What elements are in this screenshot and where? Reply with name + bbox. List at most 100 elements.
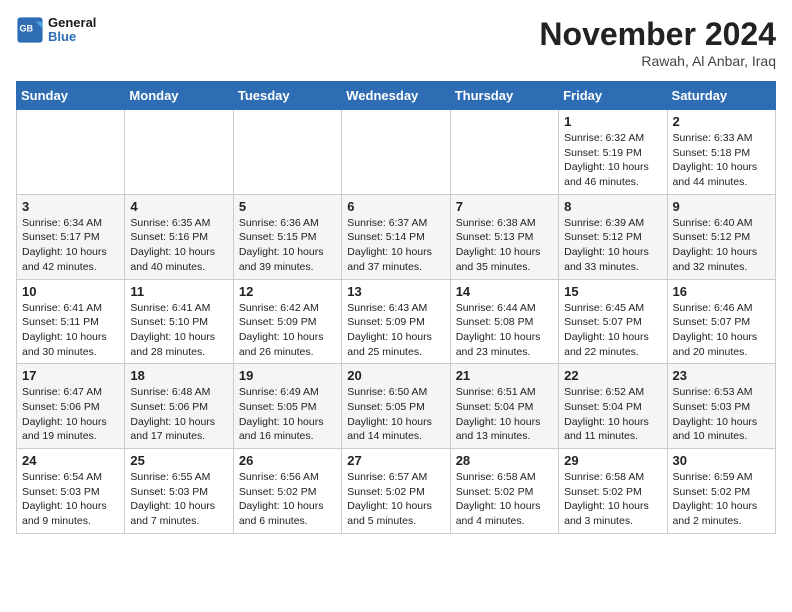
day-info: Sunrise: 6:43 AMSunset: 5:09 PMDaylight:…	[347, 301, 444, 360]
calendar-cell: 12 Sunrise: 6:42 AMSunset: 5:09 PMDayligh…	[233, 279, 341, 364]
day-number: 19	[239, 368, 336, 383]
day-info: Sunrise: 6:33 AMSunset: 5:18 PMDaylight:…	[673, 131, 770, 190]
calendar-cell	[125, 110, 233, 195]
day-info: Sunrise: 6:38 AMSunset: 5:13 PMDaylight:…	[456, 216, 553, 275]
calendar-cell	[17, 110, 125, 195]
calendar-cell: 22 Sunrise: 6:52 AMSunset: 5:04 PMDayligh…	[559, 364, 667, 449]
day-info: Sunrise: 6:37 AMSunset: 5:14 PMDaylight:…	[347, 216, 444, 275]
calendar-cell: 30Sunrise: 6:59 AMSunset: 5:02 PMDayligh…	[667, 449, 775, 534]
day-number: 11	[130, 284, 227, 299]
calendar-cell: 9Sunrise: 6:40 AMSunset: 5:12 PMDaylight…	[667, 194, 775, 279]
calendar-cell	[233, 110, 341, 195]
calendar-cell: 2 Sunrise: 6:33 AMSunset: 5:18 PMDaylight…	[667, 110, 775, 195]
calendar-week-2: 3 Sunrise: 6:34 AMSunset: 5:17 PMDaylight…	[17, 194, 776, 279]
calendar-cell: 28 Sunrise: 6:58 AMSunset: 5:02 PMDayligh…	[450, 449, 558, 534]
title-area: November 2024 Rawah, Al Anbar, Iraq	[539, 16, 776, 69]
calendar-cell: 10 Sunrise: 6:41 AMSunset: 5:11 PMDayligh…	[17, 279, 125, 364]
day-number: 22	[564, 368, 661, 383]
logo-icon: GB	[16, 16, 44, 44]
day-number: 13	[347, 284, 444, 299]
calendar-cell	[342, 110, 450, 195]
day-info: Sunrise: 6:56 AMSunset: 5:02 PMDaylight:…	[239, 470, 336, 529]
calendar-cell: 17Sunrise: 6:47 AMSunset: 5:06 PMDayligh…	[17, 364, 125, 449]
calendar-header-row: SundayMondayTuesdayWednesdayThursdayFrid…	[17, 82, 776, 110]
calendar-cell: 13 Sunrise: 6:43 AMSunset: 5:09 PMDayligh…	[342, 279, 450, 364]
column-header-thursday: Thursday	[450, 82, 558, 110]
day-info: Sunrise: 6:54 AMSunset: 5:03 PMDaylight:…	[22, 470, 119, 529]
day-info: Sunrise: 6:58 AMSunset: 5:02 PMDaylight:…	[456, 470, 553, 529]
calendar-cell: 6 Sunrise: 6:37 AMSunset: 5:14 PMDaylight…	[342, 194, 450, 279]
calendar-cell: 14 Sunrise: 6:44 AMSunset: 5:08 PMDayligh…	[450, 279, 558, 364]
column-header-monday: Monday	[125, 82, 233, 110]
day-number: 7	[456, 199, 553, 214]
day-info: Sunrise: 6:47 AMSunset: 5:06 PMDaylight:…	[22, 385, 119, 444]
calendar-cell: 20 Sunrise: 6:50 AMSunset: 5:05 PMDayligh…	[342, 364, 450, 449]
day-number: 26	[239, 453, 336, 468]
day-info: Sunrise: 6:50 AMSunset: 5:05 PMDaylight:…	[347, 385, 444, 444]
calendar-cell: 27 Sunrise: 6:57 AMSunset: 5:02 PMDayligh…	[342, 449, 450, 534]
header: GB General Blue November 2024 Rawah, Al …	[16, 16, 776, 69]
day-number: 24	[22, 453, 119, 468]
calendar-cell: 19Sunrise: 6:49 AMSunset: 5:05 PMDayligh…	[233, 364, 341, 449]
day-number: 16	[673, 284, 770, 299]
day-number: 23	[673, 368, 770, 383]
column-header-friday: Friday	[559, 82, 667, 110]
calendar-cell: 3 Sunrise: 6:34 AMSunset: 5:17 PMDaylight…	[17, 194, 125, 279]
calendar-cell: 8 Sunrise: 6:39 AMSunset: 5:12 PMDaylight…	[559, 194, 667, 279]
day-info: Sunrise: 6:44 AMSunset: 5:08 PMDaylight:…	[456, 301, 553, 360]
day-number: 12	[239, 284, 336, 299]
day-info: Sunrise: 6:51 AMSunset: 5:04 PMDaylight:…	[456, 385, 553, 444]
day-number: 4	[130, 199, 227, 214]
day-number: 27	[347, 453, 444, 468]
calendar-cell: 5Sunrise: 6:36 AMSunset: 5:15 PMDaylight…	[233, 194, 341, 279]
calendar-cell: 7 Sunrise: 6:38 AMSunset: 5:13 PMDaylight…	[450, 194, 558, 279]
calendar-cell: 29Sunrise: 6:58 AMSunset: 5:02 PMDayligh…	[559, 449, 667, 534]
calendar-cell: 15Sunrise: 6:45 AMSunset: 5:07 PMDayligh…	[559, 279, 667, 364]
day-info: Sunrise: 6:52 AMSunset: 5:04 PMDaylight:…	[564, 385, 661, 444]
column-header-sunday: Sunday	[17, 82, 125, 110]
calendar-week-1: 1Sunrise: 6:32 AMSunset: 5:19 PMDaylight…	[17, 110, 776, 195]
column-header-saturday: Saturday	[667, 82, 775, 110]
logo-blue: Blue	[48, 30, 96, 44]
day-info: Sunrise: 6:34 AMSunset: 5:17 PMDaylight:…	[22, 216, 119, 275]
day-info: Sunrise: 6:59 AMSunset: 5:02 PMDaylight:…	[673, 470, 770, 529]
calendar-cell: 16 Sunrise: 6:46 AMSunset: 5:07 PMDayligh…	[667, 279, 775, 364]
calendar-week-5: 24 Sunrise: 6:54 AMSunset: 5:03 PMDayligh…	[17, 449, 776, 534]
day-info: Sunrise: 6:46 AMSunset: 5:07 PMDaylight:…	[673, 301, 770, 360]
location: Rawah, Al Anbar, Iraq	[539, 53, 776, 69]
day-number: 10	[22, 284, 119, 299]
day-info: Sunrise: 6:41 AMSunset: 5:10 PMDaylight:…	[130, 301, 227, 360]
calendar-cell: 25 Sunrise: 6:55 AMSunset: 5:03 PMDayligh…	[125, 449, 233, 534]
calendar-cell: 21 Sunrise: 6:51 AMSunset: 5:04 PMDayligh…	[450, 364, 558, 449]
day-number: 29	[564, 453, 661, 468]
day-info: Sunrise: 6:41 AMSunset: 5:11 PMDaylight:…	[22, 301, 119, 360]
day-info: Sunrise: 6:48 AMSunset: 5:06 PMDaylight:…	[130, 385, 227, 444]
day-number: 9	[673, 199, 770, 214]
day-number: 2	[673, 114, 770, 129]
month-title: November 2024	[539, 16, 776, 53]
day-number: 21	[456, 368, 553, 383]
day-number: 6	[347, 199, 444, 214]
column-header-wednesday: Wednesday	[342, 82, 450, 110]
day-number: 3	[22, 199, 119, 214]
day-info: Sunrise: 6:45 AMSunset: 5:07 PMDaylight:…	[564, 301, 661, 360]
column-header-tuesday: Tuesday	[233, 82, 341, 110]
day-number: 5	[239, 199, 336, 214]
day-number: 8	[564, 199, 661, 214]
day-number: 20	[347, 368, 444, 383]
day-info: Sunrise: 6:35 AMSunset: 5:16 PMDaylight:…	[130, 216, 227, 275]
day-number: 14	[456, 284, 553, 299]
day-info: Sunrise: 6:57 AMSunset: 5:02 PMDaylight:…	[347, 470, 444, 529]
day-number: 28	[456, 453, 553, 468]
calendar-cell: 11 Sunrise: 6:41 AMSunset: 5:10 PMDayligh…	[125, 279, 233, 364]
day-info: Sunrise: 6:55 AMSunset: 5:03 PMDaylight:…	[130, 470, 227, 529]
calendar-cell: 26 Sunrise: 6:56 AMSunset: 5:02 PMDayligh…	[233, 449, 341, 534]
calendar-cell	[450, 110, 558, 195]
day-info: Sunrise: 6:32 AMSunset: 5:19 PMDaylight:…	[564, 131, 661, 190]
calendar-cell: 24 Sunrise: 6:54 AMSunset: 5:03 PMDayligh…	[17, 449, 125, 534]
day-info: Sunrise: 6:39 AMSunset: 5:12 PMDaylight:…	[564, 216, 661, 275]
day-info: Sunrise: 6:42 AMSunset: 5:09 PMDaylight:…	[239, 301, 336, 360]
calendar-cell: 1Sunrise: 6:32 AMSunset: 5:19 PMDaylight…	[559, 110, 667, 195]
day-number: 25	[130, 453, 227, 468]
calendar-week-4: 17Sunrise: 6:47 AMSunset: 5:06 PMDayligh…	[17, 364, 776, 449]
